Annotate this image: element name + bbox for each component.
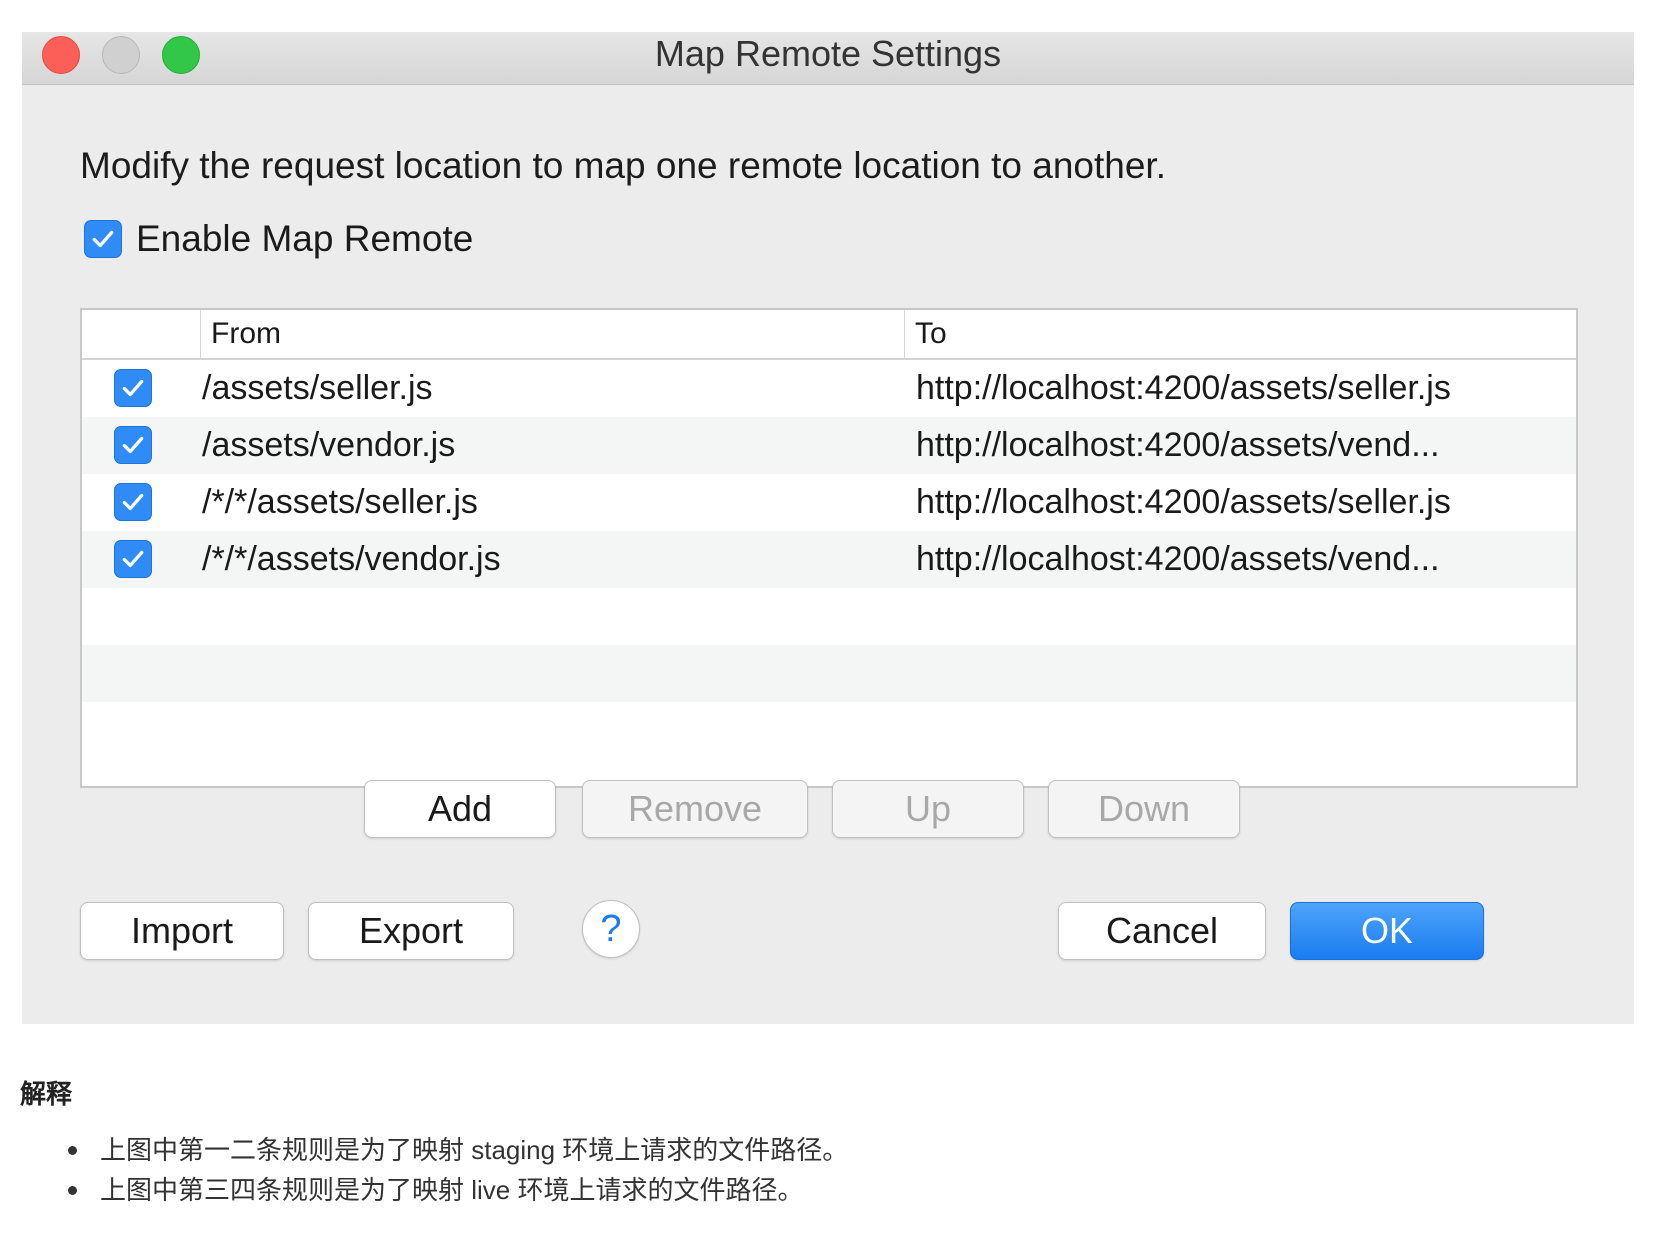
list-item: 上图中第三四条规则是为了映射 live 环境上请求的文件路径。 <box>0 1170 848 1210</box>
row-enabled-checkbox[interactable] <box>114 426 152 464</box>
enable-map-remote-row[interactable]: Enable Map Remote <box>84 218 473 260</box>
checkmark-icon <box>122 550 144 568</box>
table-row[interactable]: /assets/vendor.js http://localhost:4200/… <box>82 417 1576 474</box>
export-button[interactable]: Export <box>308 902 514 960</box>
checkmark-icon <box>92 230 114 248</box>
from-column-header[interactable]: From <box>200 310 281 358</box>
title-bar: Map Remote Settings <box>22 32 1634 85</box>
ok-button[interactable]: OK <box>1290 902 1484 960</box>
up-button[interactable]: Up <box>832 780 1024 838</box>
to-cell: http://localhost:4200/assets/seller.js <box>916 483 1451 521</box>
help-button[interactable]: ? <box>582 900 640 958</box>
to-cell: http://localhost:4200/assets/vend... <box>916 540 1440 578</box>
row-enabled-checkbox[interactable] <box>114 540 152 578</box>
settings-description: Modify the request location to map one r… <box>80 145 1166 186</box>
empty-table-row <box>82 645 1576 702</box>
list-item: 上图中第一二条规则是为了映射 staging 环境上请求的文件路径。 <box>0 1130 848 1170</box>
checkmark-icon <box>122 379 144 397</box>
explanation-heading: 解释 <box>20 1079 73 1109</box>
mapping-table: From To /assets/seller.js http://localho… <box>80 308 1578 788</box>
table-row[interactable]: /*/*/assets/seller.js http://localhost:4… <box>82 474 1576 531</box>
bullet-icon <box>68 1146 77 1155</box>
add-button[interactable]: Add <box>364 780 556 838</box>
table-header: From To <box>82 310 1576 360</box>
map-remote-settings-window: Map Remote Settings Modify the request l… <box>22 32 1634 1024</box>
row-enabled-checkbox[interactable] <box>114 483 152 521</box>
table-row[interactable]: /*/*/assets/vendor.js http://localhost:4… <box>82 531 1576 588</box>
from-cell: /assets/vendor.js <box>202 426 456 464</box>
window-title: Map Remote Settings <box>654 33 1002 74</box>
explanation-text: 上图中第一二条规则是为了映射 staging 环境上请求的文件路径。 <box>100 1135 849 1165</box>
table-row[interactable]: /assets/seller.js http://localhost:4200/… <box>82 360 1576 417</box>
checkmark-icon <box>122 436 144 454</box>
bullet-icon <box>68 1186 77 1195</box>
to-cell: http://localhost:4200/assets/seller.js <box>916 369 1451 407</box>
explanation-list: 上图中第一二条规则是为了映射 staging 环境上请求的文件路径。 上图中第三… <box>0 1130 848 1210</box>
import-button[interactable]: Import <box>80 902 284 960</box>
explanation-text: 上图中第三四条规则是为了映射 live 环境上请求的文件路径。 <box>100 1175 804 1205</box>
remove-button[interactable]: Remove <box>582 780 808 838</box>
empty-table-row <box>82 702 1576 759</box>
question-mark-icon: ? <box>600 907 622 950</box>
empty-table-row <box>82 588 1576 645</box>
from-cell: /*/*/assets/seller.js <box>202 483 478 521</box>
checkmark-icon <box>122 493 144 511</box>
enable-map-remote-label: Enable Map Remote <box>136 218 474 259</box>
enable-map-remote-checkbox[interactable] <box>84 220 122 258</box>
row-enabled-checkbox[interactable] <box>114 369 152 407</box>
to-cell: http://localhost:4200/assets/vend... <box>916 426 1440 464</box>
from-cell: /assets/seller.js <box>202 369 433 407</box>
to-column-header[interactable]: To <box>904 310 947 358</box>
cancel-button[interactable]: Cancel <box>1058 902 1266 960</box>
down-button[interactable]: Down <box>1048 780 1240 838</box>
from-cell: /*/*/assets/vendor.js <box>202 540 501 578</box>
